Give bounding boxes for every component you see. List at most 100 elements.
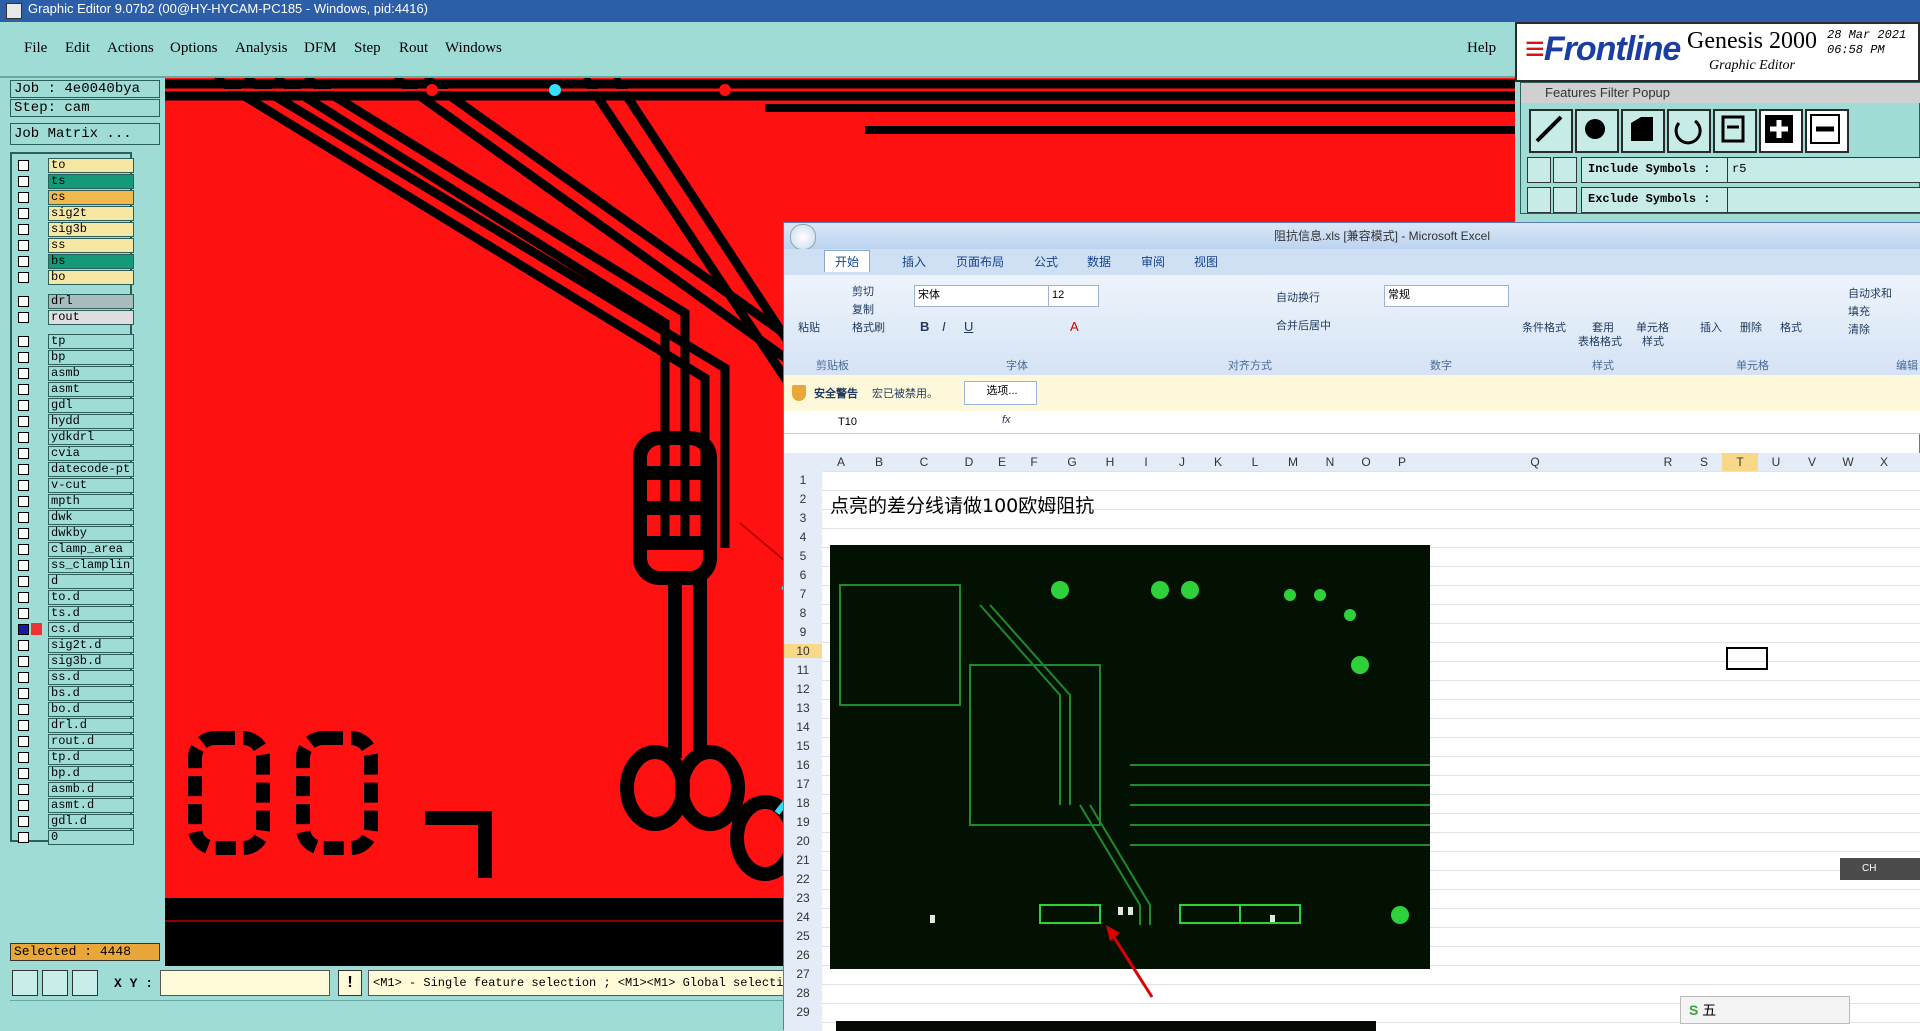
grid-tool-icon[interactable]	[72, 970, 98, 996]
exclude-symbols-input[interactable]	[1727, 187, 1920, 213]
conditional-format-button[interactable]: 条件格式	[1522, 319, 1566, 335]
column-header[interactable]: F	[1016, 453, 1052, 471]
exclude-arrow-icon[interactable]	[1527, 187, 1551, 213]
tab-page-layout[interactable]: 页面布局	[956, 253, 1004, 270]
name-box[interactable]: T10	[788, 413, 988, 431]
row-header[interactable]: 8	[784, 606, 822, 620]
pad-symbol-icon[interactable]	[1575, 109, 1619, 153]
layer-checkbox[interactable]	[18, 256, 29, 267]
layer-checkbox[interactable]	[18, 512, 29, 523]
layer-row[interactable]: gdl.d	[14, 814, 134, 829]
layer-row[interactable]: cs.d	[14, 622, 134, 637]
column-header[interactable]: R	[1650, 453, 1686, 471]
layer-name[interactable]: datecode-pt	[48, 462, 134, 477]
layer-checkbox[interactable]	[18, 576, 29, 587]
layer-checkbox[interactable]	[18, 688, 29, 699]
paste-button[interactable]: 粘贴	[798, 319, 820, 335]
layer-checkbox[interactable]	[18, 752, 29, 763]
measure-tool-icon[interactable]	[42, 970, 68, 996]
column-header[interactable]: T	[1722, 453, 1758, 471]
layer-name[interactable]: gdl.d	[48, 814, 134, 829]
bold-button[interactable]: B	[920, 319, 929, 334]
layer-name[interactable]: rout	[48, 310, 134, 325]
italic-button[interactable]: I	[942, 319, 946, 334]
row-header[interactable]: 22	[784, 872, 822, 886]
layer-row[interactable]: gdl	[14, 398, 134, 413]
column-header[interactable]: J	[1164, 453, 1200, 471]
layer-checkbox[interactable]	[18, 192, 29, 203]
layer-name[interactable]: cs	[48, 190, 134, 205]
layer-name[interactable]: ss	[48, 238, 134, 253]
row-header[interactable]: 1	[784, 473, 822, 487]
column-header[interactable]: O	[1348, 453, 1384, 471]
layer-name[interactable]: clamp_area	[48, 542, 134, 557]
layer-name[interactable]: asmb.d	[48, 782, 134, 797]
layer-checkbox[interactable]	[18, 464, 29, 475]
menu-file[interactable]: File	[24, 40, 47, 57]
layer-checkbox[interactable]	[18, 704, 29, 715]
layer-name[interactable]: bp.d	[48, 766, 134, 781]
layer-row[interactable]: ss	[14, 238, 134, 253]
layer-checkbox[interactable]	[18, 416, 29, 427]
layer-name[interactable]: v-cut	[48, 478, 134, 493]
arc-symbol-icon[interactable]	[1667, 109, 1711, 153]
layer-checkbox[interactable]	[18, 368, 29, 379]
layer-checkbox[interactable]	[18, 720, 29, 731]
row-header[interactable]: 5	[784, 549, 822, 563]
merge-center-button[interactable]: 合并后居中	[1276, 317, 1331, 333]
layer-checkbox[interactable]	[18, 400, 29, 411]
layer-name[interactable]: rout.d	[48, 734, 134, 749]
layer-name[interactable]: bs.d	[48, 686, 134, 701]
row-header[interactable]: 2	[784, 492, 822, 506]
layer-name[interactable]: d	[48, 574, 134, 589]
include-arrow2-icon[interactable]	[1553, 157, 1577, 183]
ime-toolbar[interactable]: S 五	[1680, 996, 1850, 1024]
layer-row[interactable]: asmt.d	[14, 798, 134, 813]
menu-rout[interactable]: Rout	[399, 40, 428, 57]
layer-name[interactable]: asmt	[48, 382, 134, 397]
row-header[interactable]: 13	[784, 701, 822, 715]
layer-row[interactable]: bp	[14, 350, 134, 365]
layer-row[interactable]: asmb	[14, 366, 134, 381]
layer-name[interactable]: sig3b	[48, 222, 134, 237]
row-header[interactable]: 3	[784, 511, 822, 525]
layer-name[interactable]: sig2t.d	[48, 638, 134, 653]
layer-row[interactable]: hydd	[14, 414, 134, 429]
layer-name[interactable]: mpth	[48, 494, 134, 509]
row-header[interactable]: 9	[784, 625, 822, 639]
layer-name[interactable]: ydkdrl	[48, 430, 134, 445]
layer-row[interactable]: sig3b	[14, 222, 134, 237]
row-header[interactable]: 26	[784, 948, 822, 962]
row-header[interactable]: 17	[784, 777, 822, 791]
line-symbol-icon[interactable]	[1529, 109, 1573, 153]
layer-row[interactable]: sig2t	[14, 206, 134, 221]
layer-name[interactable]: drl.d	[48, 718, 134, 733]
copy-button[interactable]: 复制	[852, 301, 874, 317]
layer-checkbox[interactable]	[18, 336, 29, 347]
plus-icon[interactable]	[1759, 109, 1803, 153]
layer-row[interactable]: ts	[14, 174, 134, 189]
column-header[interactable]: Q	[1420, 453, 1650, 471]
row-header[interactable]: 15	[784, 739, 822, 753]
layer-row[interactable]: bo.d	[14, 702, 134, 717]
layer-checkbox[interactable]	[18, 272, 29, 283]
layer-name[interactable]: ts.d	[48, 606, 134, 621]
layer-checkbox[interactable]	[18, 496, 29, 507]
font-size-select[interactable]: 12	[1048, 285, 1099, 307]
layer-row[interactable]: tp.d	[14, 750, 134, 765]
exclude-arrow2-icon[interactable]	[1553, 187, 1577, 213]
layer-name[interactable]: drl	[48, 294, 134, 309]
font-color-button[interactable]: A	[1070, 319, 1079, 334]
tab-view[interactable]: 视图	[1194, 253, 1218, 270]
layer-name[interactable]: bo	[48, 270, 134, 285]
menu-step[interactable]: Step	[354, 40, 381, 57]
layer-checkbox[interactable]	[18, 528, 29, 539]
menu-dfm[interactable]: DFM	[304, 40, 337, 57]
underline-button[interactable]: U	[964, 319, 973, 334]
layer-name[interactable]: ss.d	[48, 670, 134, 685]
row-header[interactable]: 18	[784, 796, 822, 810]
cut-button[interactable]: 剪切	[852, 283, 874, 299]
layer-name[interactable]: ts	[48, 174, 134, 189]
row-header[interactable]: 28	[784, 986, 822, 1000]
column-header[interactable]: A	[822, 453, 860, 471]
